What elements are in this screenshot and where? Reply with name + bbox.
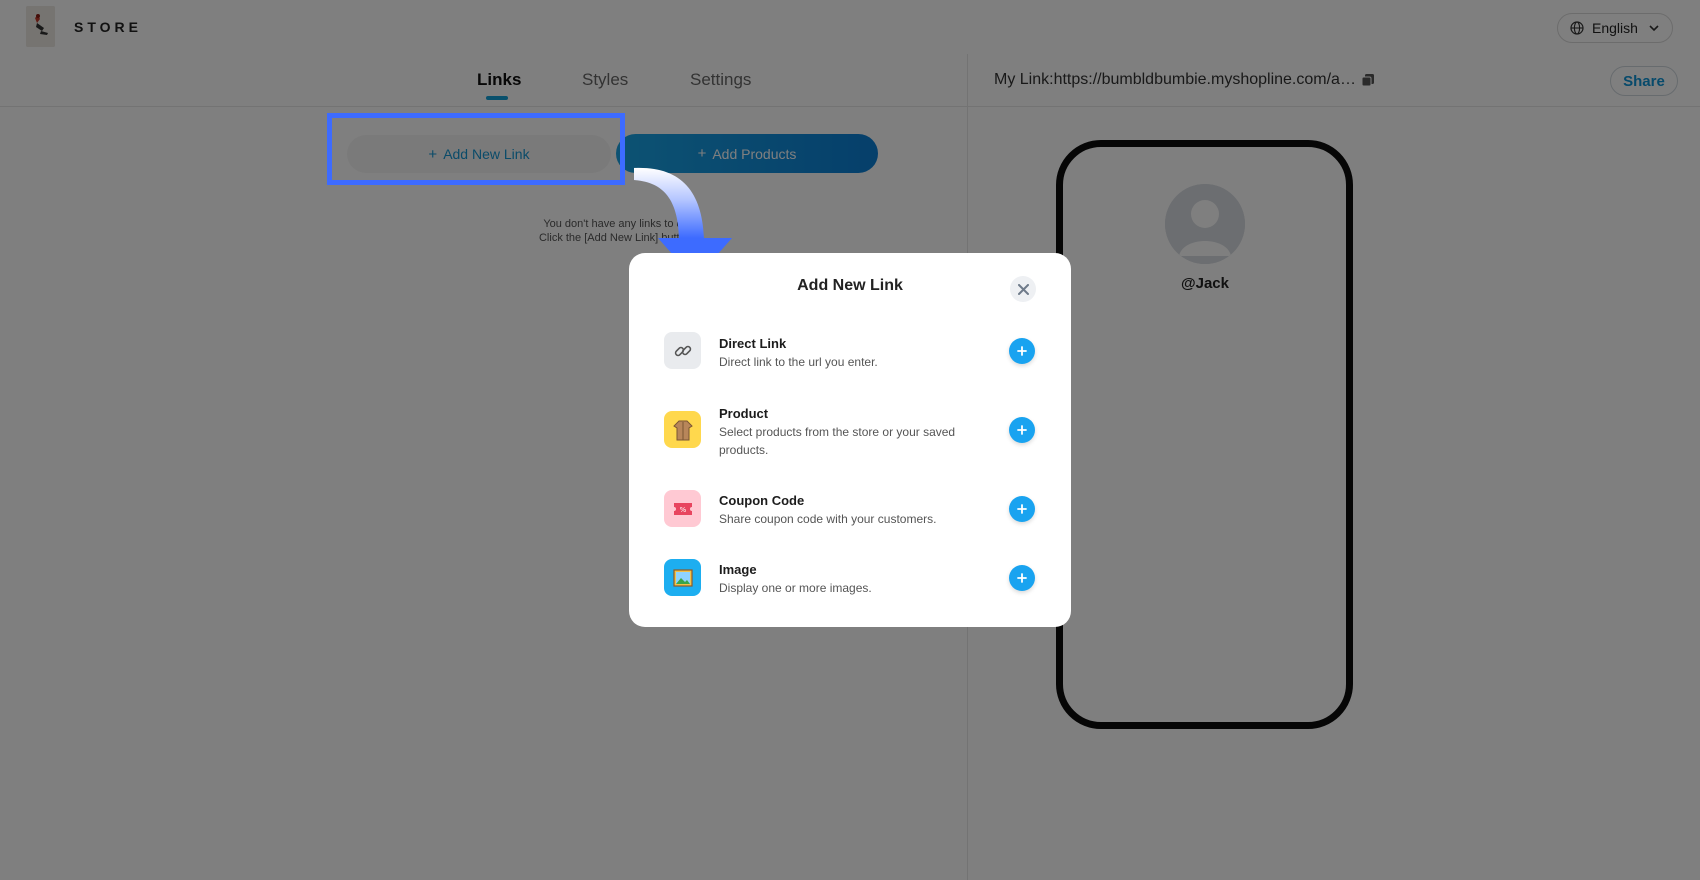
tutorial-highlight xyxy=(327,113,625,185)
plus-icon xyxy=(1017,346,1027,356)
option-title: Direct Link xyxy=(719,336,787,351)
plus-icon xyxy=(1017,573,1027,583)
close-button[interactable] xyxy=(1010,276,1036,302)
link-icon xyxy=(664,332,701,369)
option-title: Coupon Code xyxy=(719,493,805,508)
option-description: Display one or more images. xyxy=(719,581,872,595)
svg-text:%: % xyxy=(679,506,686,514)
option-description: Share coupon code with your customers. xyxy=(719,512,937,526)
image-icon xyxy=(664,559,701,596)
plus-icon xyxy=(1017,504,1027,514)
option-title: Product xyxy=(719,406,769,421)
add-product-button[interactable] xyxy=(1009,417,1035,443)
coupon-icon: % xyxy=(664,490,701,527)
option-description: Direct link to the url you enter. xyxy=(719,355,878,369)
modal-title: Add New Link xyxy=(797,277,903,294)
add-coupon-code-button[interactable] xyxy=(1009,496,1035,522)
option-title: Image xyxy=(719,562,757,577)
add-new-link-modal: Add New Link Direct Link Direct link to … xyxy=(629,253,1071,627)
close-icon xyxy=(1017,283,1029,295)
option-description: Select products from the store or your s… xyxy=(719,425,956,457)
product-icon xyxy=(664,411,701,448)
add-image-button[interactable] xyxy=(1009,565,1035,591)
plus-icon xyxy=(1017,425,1027,435)
add-direct-link-button[interactable] xyxy=(1009,338,1035,364)
